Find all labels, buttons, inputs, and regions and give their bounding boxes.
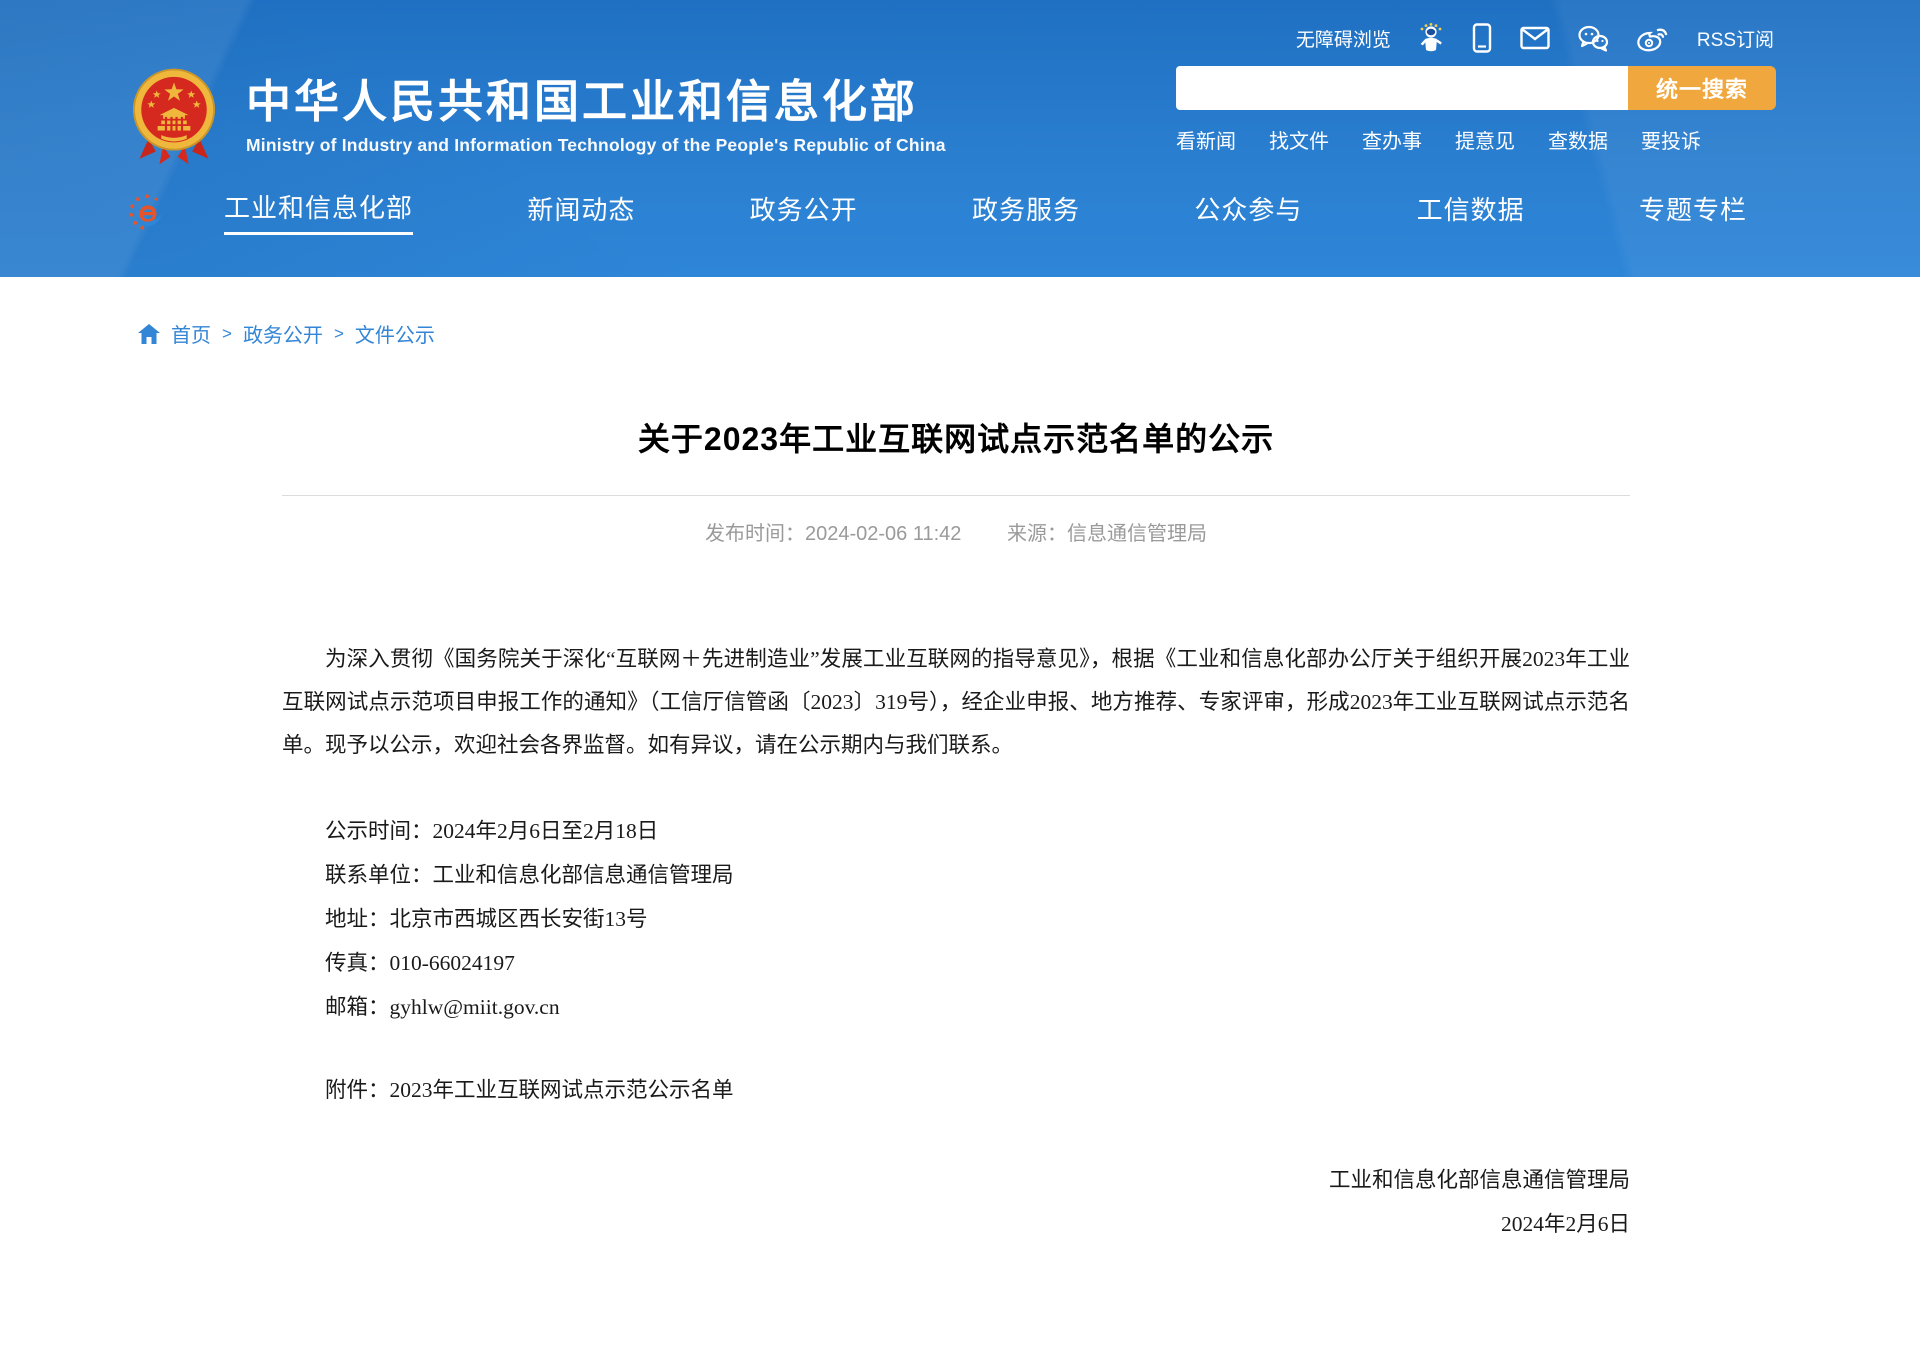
quick-link-news[interactable]: 看新闻 (1176, 125, 1236, 154)
breadcrumb-gov-disclosure[interactable]: 政务公开 (243, 319, 323, 348)
quick-link-feedback[interactable]: 提意见 (1455, 125, 1515, 154)
page: 无障碍浏览 (0, 0, 1920, 1350)
article: 关于2023年工业互联网试点示范名单的公示 发布时间：2024-02-06 11… (282, 414, 1630, 1246)
source-label: 来源： (1007, 523, 1067, 545)
email-link[interactable] (1520, 26, 1550, 50)
mobile-icon (1471, 23, 1493, 53)
search-box: 统一搜索 (1176, 66, 1776, 110)
quick-links: 看新闻 找文件 查办事 提意见 查数据 要投诉 (1176, 125, 1776, 154)
quick-link-documents[interactable]: 找文件 (1269, 125, 1329, 154)
signature-date: 2024年2月6日 (282, 1202, 1630, 1246)
home-icon[interactable] (138, 324, 160, 344)
accessibility-link[interactable]: 无障碍浏览 (1296, 25, 1391, 52)
search-area: 统一搜索 看新闻 找文件 查办事 提意见 查数据 要投诉 (1176, 66, 1776, 166)
contact-address: 地址：北京市西城区西长安街13号 (282, 897, 1630, 941)
wechat-icon (1577, 24, 1609, 52)
search-input[interactable] (1176, 66, 1628, 110)
contact-fax: 传真：010-66024197 (282, 941, 1630, 985)
rss-link[interactable]: RSS订阅 (1697, 25, 1774, 52)
contact-unit: 联系单位：工业和信息化部信息通信管理局 (282, 853, 1630, 897)
breadcrumb-separator: > (220, 324, 234, 344)
mobile-version-link[interactable] (1471, 23, 1493, 53)
brand: 中华人民共和国工业和信息化部 Ministry of Industry and … (128, 66, 946, 166)
contact-email: 邮箱：gyhlw@miit.gov.cn (282, 985, 1630, 1029)
unified-search-button[interactable]: 统一搜索 (1628, 66, 1776, 110)
breadcrumb-home[interactable]: 首页 (171, 319, 211, 348)
nav-item-gov-services[interactable]: 政务服务 (972, 190, 1080, 234)
quick-link-complaint[interactable]: 要投诉 (1641, 125, 1701, 154)
main-nav: 工业和信息化部 新闻动态 政务公开 政务服务 公众参与 工信数据 专题专栏 (0, 188, 1920, 235)
attachment-line: 附件：2023年工业互联网试点示范公示名单 (282, 1068, 1630, 1112)
signature-organization: 工业和信息化部信息通信管理局 (282, 1158, 1630, 1202)
nav-item-miit[interactable]: 工业和信息化部 (224, 188, 413, 235)
signature-block: 工业和信息化部信息通信管理局 2024年2月6日 (282, 1158, 1630, 1246)
quick-link-services[interactable]: 查办事 (1362, 125, 1422, 154)
brand-row: 中华人民共和国工业和信息化部 Ministry of Industry and … (0, 56, 1920, 166)
breadcrumb-document-publicity[interactable]: 文件公示 (355, 319, 435, 348)
weibo-link[interactable] (1636, 24, 1670, 52)
site-header: 无障碍浏览 (0, 0, 1920, 277)
nav-item-news[interactable]: 新闻动态 (527, 190, 635, 234)
weibo-icon (1636, 24, 1670, 52)
main-content: 首页 > 政务公开 > 文件公示 关于2023年工业互联网试点示范名单的公示 发… (0, 319, 1920, 1246)
quick-link-data[interactable]: 查数据 (1548, 125, 1608, 154)
nav-item-gov-disclosure[interactable]: 政务公开 (750, 190, 858, 234)
miit-e-logo-icon (128, 193, 166, 231)
site-title: 中华人民共和国工业和信息化部 (246, 76, 946, 128)
nav-items: 工业和信息化部 新闻动态 政务公开 政务服务 公众参与 工信数据 专题专栏 (224, 188, 1747, 235)
nav-item-public-participation[interactable]: 公众参与 (1194, 190, 1302, 234)
source: 来源：信息通信管理局 (1007, 523, 1207, 545)
robot-mascot-icon (1418, 23, 1444, 53)
title-divider (282, 495, 1630, 496)
publish-time: 发布时间：2024-02-06 11:42 (705, 523, 961, 545)
accessibility-robot-icon[interactable] (1418, 23, 1444, 53)
article-body: 为深入贯彻《国务院关于深化“互联网＋先进制造业”发展工业互联网的指导意见》，根据… (282, 638, 1630, 1246)
publish-time-label: 发布时间： (705, 523, 805, 545)
article-meta: 发布时间：2024-02-06 11:42 来源：信息通信管理局 (282, 517, 1630, 546)
breadcrumb-separator: > (332, 324, 346, 344)
nav-item-special-topics[interactable]: 专题专栏 (1639, 190, 1747, 234)
wechat-link[interactable] (1577, 24, 1609, 52)
article-title: 关于2023年工业互联网试点示范名单的公示 (282, 414, 1630, 460)
email-icon (1520, 26, 1550, 50)
publish-time-value: 2024-02-06 11:42 (805, 523, 961, 545)
site-identity: 中华人民共和国工业和信息化部 Ministry of Industry and … (246, 76, 946, 156)
publicity-period: 公示时间：2024年2月6日至2月18日 (282, 809, 1630, 853)
national-emblem (128, 66, 220, 166)
contact-details: 公示时间：2024年2月6日至2月18日 联系单位：工业和信息化部信息通信管理局… (282, 809, 1630, 1029)
source-value: 信息通信管理局 (1067, 523, 1207, 545)
article-paragraph: 为深入贯彻《国务院关于深化“互联网＋先进制造业”发展工业互联网的指导意见》，根据… (282, 638, 1630, 767)
nav-item-miit-data[interactable]: 工信数据 (1417, 190, 1525, 234)
topbar: 无障碍浏览 (0, 0, 1920, 56)
site-subtitle: Ministry of Industry and Information Tec… (246, 135, 946, 156)
breadcrumb: 首页 > 政务公开 > 文件公示 (138, 319, 1920, 348)
